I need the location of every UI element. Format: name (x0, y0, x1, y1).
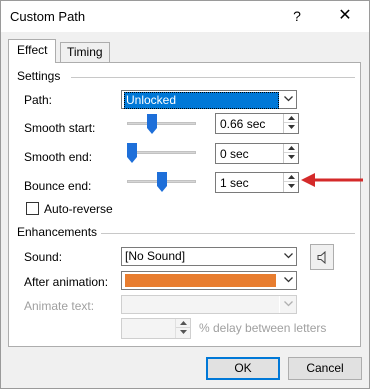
smooth-end-slider-thumb[interactable] (127, 143, 137, 163)
speaker-icon (317, 251, 326, 264)
effect-panel: Settings Path: Unlocked Smooth start: 0.… (8, 62, 361, 347)
after-animation-label: After animation: (24, 275, 109, 289)
smooth-end-label: Smooth end: (24, 150, 93, 164)
chevron-down-icon (279, 272, 296, 289)
path-label: Path: (24, 93, 53, 107)
tab-timing[interactable]: Timing (60, 42, 110, 62)
red-arrow-icon (301, 173, 363, 187)
smooth-start-spinner[interactable]: 0.66 sec (215, 113, 299, 134)
after-animation-color-swatch (125, 274, 276, 287)
ok-button[interactable]: OK (206, 357, 280, 380)
delay-down-button[interactable] (176, 328, 190, 337)
bounce-end-down-button[interactable] (284, 182, 298, 191)
help-button[interactable]: ? (277, 1, 317, 31)
title-bar: Custom Path ? ✕ (1, 1, 369, 32)
bounce-end-label: Bounce end: (24, 179, 92, 193)
delay-suffix-label: % delay between letters (199, 321, 327, 335)
smooth-start-slider-thumb[interactable] (147, 114, 157, 134)
smooth-end-spinner[interactable]: 0 sec (215, 143, 299, 164)
sound-label: Sound: (24, 250, 63, 264)
bounce-end-slider-thumb[interactable] (157, 172, 167, 192)
smooth-start-up-button[interactable] (284, 114, 298, 123)
auto-reverse-checkbox[interactable] (26, 202, 39, 215)
bounce-end-value: 1 sec (220, 176, 249, 190)
path-dropdown[interactable]: Unlocked (121, 90, 297, 109)
settings-group-label: Settings (17, 69, 61, 83)
smooth-start-slider-track (127, 122, 196, 125)
after-animation-dropdown[interactable] (121, 271, 297, 290)
smooth-start-value: 0.66 sec (220, 117, 266, 131)
delay-spinner[interactable] (121, 318, 191, 339)
smooth-end-down-button[interactable] (284, 153, 298, 162)
sound-volume-button[interactable] (310, 244, 334, 270)
smooth-end-slider-track (127, 151, 196, 154)
animate-text-label: Animate text: (24, 299, 95, 313)
chevron-down-icon (279, 91, 296, 108)
tab-effect[interactable]: Effect (8, 39, 57, 63)
enhancements-divider (101, 233, 355, 234)
bounce-end-up-button[interactable] (284, 173, 298, 182)
path-value: Unlocked (124, 92, 279, 109)
sound-dropdown[interactable]: [No Sound] (121, 247, 297, 266)
window-title: Custom Path (10, 9, 86, 24)
settings-divider (71, 77, 355, 78)
chevron-down-icon (279, 248, 296, 265)
bounce-end-spinner[interactable]: 1 sec (215, 172, 299, 193)
custom-path-dialog: Custom Path ? ✕ Effect Timing Settings P… (0, 0, 370, 389)
smooth-end-up-button[interactable] (284, 144, 298, 153)
close-button[interactable]: ✕ (325, 1, 365, 31)
auto-reverse-label: Auto-reverse (44, 202, 113, 216)
smooth-start-down-button[interactable] (284, 123, 298, 132)
chevron-down-icon (279, 296, 296, 313)
animate-text-dropdown[interactable] (121, 295, 297, 314)
smooth-end-value: 0 sec (220, 147, 249, 161)
cancel-button[interactable]: Cancel (288, 357, 362, 380)
smooth-start-label: Smooth start: (24, 121, 96, 135)
enhancements-group-label: Enhancements (17, 225, 98, 239)
delay-up-button[interactable] (176, 319, 190, 328)
sound-value: [No Sound] (125, 249, 186, 263)
